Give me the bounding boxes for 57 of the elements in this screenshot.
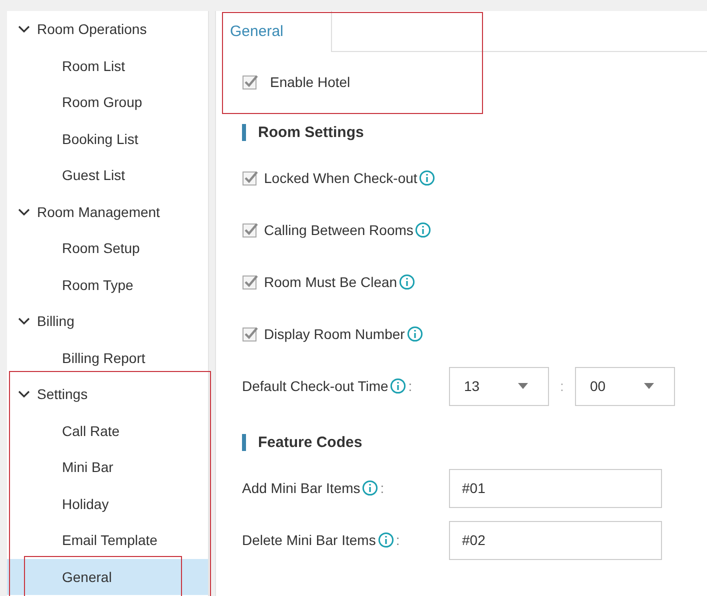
checkbox-label: Enable Hotel bbox=[270, 74, 350, 90]
input-field[interactable]: #02 bbox=[449, 520, 662, 560]
field-label: Default Check-out Time bbox=[242, 378, 388, 394]
section-marker bbox=[242, 434, 246, 450]
info-icon[interactable] bbox=[419, 170, 436, 186]
checkbox-label: Calling Between Rooms bbox=[264, 222, 414, 238]
nav-item[interactable]: Room List bbox=[7, 48, 208, 84]
nav-group[interactable]: Room Management bbox=[7, 194, 208, 230]
checkbox-label: Display Room Number bbox=[264, 326, 405, 342]
chevron-icon bbox=[18, 315, 30, 328]
checkbox-label: Locked When Check-out bbox=[264, 170, 418, 186]
nav-group-label: Billing bbox=[37, 313, 74, 330]
label-colon: : bbox=[396, 532, 400, 548]
nav-item[interactable]: Guest List bbox=[7, 157, 208, 194]
nav-item[interactable]: General bbox=[7, 558, 208, 595]
chevron-icon bbox=[18, 388, 30, 400]
time-separator: : bbox=[559, 378, 565, 394]
nav-item[interactable]: Room Type bbox=[7, 266, 208, 303]
nav-group-label: Room Management bbox=[37, 204, 160, 220]
field-label: Add Mini Bar Items bbox=[242, 480, 360, 496]
input-field[interactable]: #01 bbox=[449, 468, 662, 508]
caret-icon bbox=[518, 383, 528, 389]
info-icon[interactable] bbox=[406, 326, 423, 342]
field-label: Delete Mini Bar Items bbox=[242, 532, 376, 548]
nav-group-label: Room Operations bbox=[37, 21, 147, 38]
label-colon: : bbox=[380, 480, 384, 496]
nav-item[interactable]: Room Group bbox=[7, 84, 208, 120]
label-colon: : bbox=[408, 378, 412, 394]
nav-group[interactable]: Billing bbox=[7, 303, 208, 340]
checkbox-label: Room Must Be Clean bbox=[264, 274, 398, 290]
checkbox[interactable] bbox=[242, 222, 258, 238]
section-title: Room Settings bbox=[258, 124, 364, 140]
nav-item[interactable]: Room Setup bbox=[7, 230, 208, 266]
info-icon[interactable] bbox=[362, 480, 378, 496]
chevron-icon bbox=[18, 23, 30, 36]
nav-item[interactable]: Email Template bbox=[7, 522, 208, 558]
info-icon[interactable] bbox=[390, 378, 406, 394]
nav-item[interactable]: Mini Bar bbox=[7, 449, 208, 486]
nav-item[interactable]: Holiday bbox=[7, 486, 208, 522]
info-icon[interactable] bbox=[378, 532, 394, 548]
caret-icon bbox=[644, 383, 654, 389]
nav-group[interactable]: Room Operations bbox=[7, 11, 208, 48]
nav-item[interactable]: Call Rate bbox=[7, 412, 208, 449]
checkbox[interactable] bbox=[242, 74, 258, 90]
section-marker bbox=[242, 124, 246, 140]
nav-item[interactable]: Billing Report bbox=[7, 340, 208, 376]
checkbox[interactable] bbox=[242, 274, 258, 290]
minute-select[interactable]: 00 bbox=[575, 366, 675, 406]
nav-item[interactable]: Booking List bbox=[7, 120, 208, 157]
checkbox[interactable] bbox=[242, 326, 258, 342]
info-icon[interactable] bbox=[415, 222, 432, 238]
section-title: Feature Codes bbox=[258, 434, 362, 450]
hour-select[interactable]: 13 bbox=[449, 366, 549, 406]
info-icon[interactable] bbox=[399, 274, 416, 290]
checkbox[interactable] bbox=[242, 170, 258, 186]
nav-group-label: Settings bbox=[37, 386, 88, 402]
nav-group[interactable]: Settings bbox=[7, 376, 208, 412]
